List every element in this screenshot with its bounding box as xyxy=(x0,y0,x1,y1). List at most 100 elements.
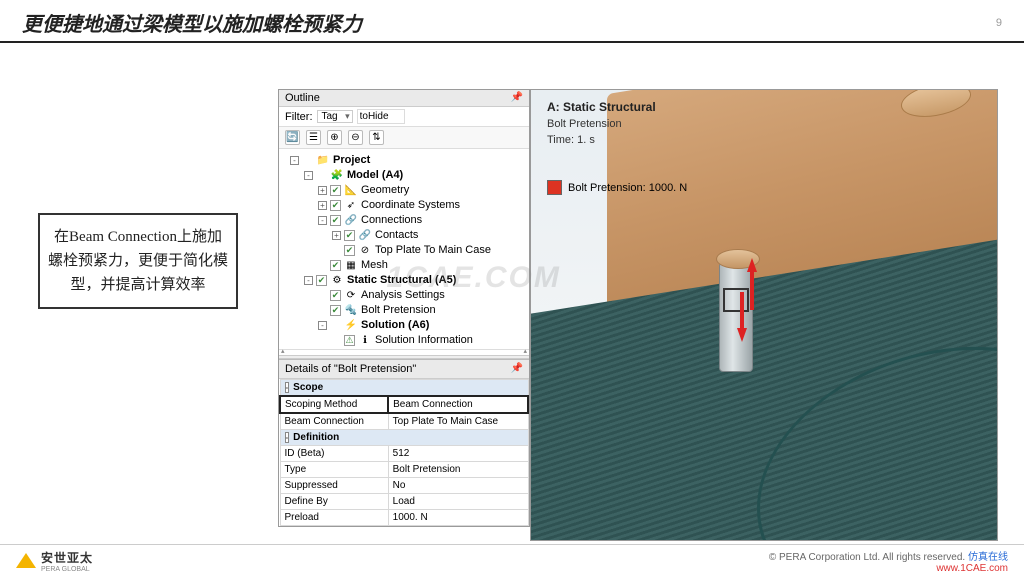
tree-node-icon: 🧩 xyxy=(330,170,344,182)
move-handle-icon[interactable] xyxy=(723,288,749,312)
refresh-icon[interactable]: 🔄 xyxy=(285,130,300,145)
tree-node-icon: ➶ xyxy=(344,200,358,212)
details-header: Details of "Bolt Pretension" 📌 xyxy=(279,359,529,379)
status-check-icon: ✔ xyxy=(330,215,341,226)
status-check-icon: ✔ xyxy=(344,230,355,241)
tree-item[interactable]: +✔➶Coordinate Systems xyxy=(279,198,529,213)
property-name: Suppressed xyxy=(280,478,388,494)
tree-node-label: Geometry xyxy=(361,183,409,198)
tree-item[interactable]: ✔⊘Top Plate To Main Case xyxy=(279,243,529,258)
status-check-icon: ✔ xyxy=(330,200,341,211)
section-header[interactable]: -Scope xyxy=(280,380,528,397)
tree-item[interactable]: ✔🔩Bolt Pretension xyxy=(279,303,529,318)
status-check-icon: ✔ xyxy=(330,185,341,196)
tree-item[interactable]: ✔⟳Analysis Settings xyxy=(279,288,529,303)
tree-node-icon: ⚙ xyxy=(330,275,344,287)
tree-node-label: Mesh xyxy=(361,258,388,273)
viewport-legend: Bolt Pretension: 1000. N xyxy=(547,180,687,195)
filter-dropdown[interactable]: Tag xyxy=(317,110,353,123)
expand-toggle-icon[interactable]: + xyxy=(332,231,341,240)
property-value[interactable]: 512 xyxy=(388,446,528,462)
footer-copyright: © PERA Corporation Ltd. All rights reser… xyxy=(769,548,1008,574)
brand-logo: 安世亚太PERA GLOBAL xyxy=(16,549,93,573)
tree-node-label: Contacts xyxy=(375,228,418,243)
force-arrow-down-icon xyxy=(737,328,747,342)
property-value[interactable]: No xyxy=(388,478,528,494)
pin-icon[interactable]: 📌 xyxy=(511,363,523,375)
tree-node-label: Project xyxy=(333,153,370,168)
tree-node-icon: ▦ xyxy=(344,260,358,272)
tree-node-icon: ⚡ xyxy=(344,320,358,332)
footer-link-url[interactable]: www.1CAE.com xyxy=(936,563,1008,574)
tree-node-label: Connections xyxy=(361,213,422,228)
legend-swatch-icon xyxy=(547,180,562,195)
status-check-icon: ⚠ xyxy=(344,335,355,346)
outline-panel: Outline 📌 Filter: Tag 🔄 ☰ ⊕ ⊖ ⇅ -📁Projec… xyxy=(278,89,530,527)
tree-item[interactable]: ✔▦Mesh xyxy=(279,258,529,273)
tree-node-icon: 📐 xyxy=(344,185,358,197)
tree-node-icon: ⟳ xyxy=(344,290,358,302)
status-check-icon: ✔ xyxy=(330,305,341,316)
tree-item[interactable]: -✔🔗Connections xyxy=(279,213,529,228)
expand-toggle-icon[interactable]: - xyxy=(304,171,313,180)
page-number: 9 xyxy=(996,17,1002,29)
field-icon[interactable]: ☰ xyxy=(306,130,321,145)
bolt-geometry xyxy=(719,262,753,372)
expand-toggle-icon[interactable]: + xyxy=(318,186,327,195)
pin-icon[interactable]: 📌 xyxy=(511,92,523,104)
tree-item[interactable]: - 📁Project xyxy=(279,153,529,168)
section-header[interactable]: -Definition xyxy=(280,430,528,446)
outline-title: Outline xyxy=(285,92,320,104)
tree-item[interactable]: - ⚡Solution (A6) xyxy=(279,318,529,333)
status-check-icon: ✔ xyxy=(344,245,355,256)
footer-link-sim[interactable]: 仿真在线 xyxy=(968,552,1008,563)
page-title: 更便捷地通过梁模型以施加螺栓预紧力 xyxy=(22,8,362,37)
sort-icon[interactable]: ⇅ xyxy=(369,130,384,145)
property-name: Beam Connection xyxy=(280,413,388,430)
tree-item[interactable]: -✔⚙Static Structural (A5) xyxy=(279,273,529,288)
expand-icon[interactable]: ⊕ xyxy=(327,130,342,145)
tree-node-icon: 📁 xyxy=(316,155,330,167)
expand-toggle-icon[interactable]: - xyxy=(318,321,327,330)
status-check-icon: ✔ xyxy=(330,260,341,271)
tree-node-icon: 🔗 xyxy=(358,230,372,242)
tree-node-label: Model (A4) xyxy=(347,168,403,183)
expand-toggle-icon[interactable]: - xyxy=(318,216,327,225)
tree-item[interactable]: +✔📐Geometry xyxy=(279,183,529,198)
tree-node-label: Solution Information xyxy=(375,333,473,348)
tree-node-label: Static Structural (A5) xyxy=(347,273,456,288)
tree-node-icon: ⊘ xyxy=(358,245,372,257)
property-value[interactable]: Load xyxy=(388,494,528,510)
filter-label: Filter: xyxy=(285,111,313,123)
tree-item[interactable]: +✔🔗Contacts xyxy=(279,228,529,243)
tree-item[interactable]: ⚠ℹSolution Information xyxy=(279,333,529,348)
viewport-title: A: Static Structural xyxy=(547,100,656,114)
expand-toggle-icon[interactable]: - xyxy=(304,276,313,285)
force-arrow-up-icon xyxy=(747,258,757,272)
viewport-subtitle: Bolt Pretension xyxy=(547,118,622,130)
expand-toggle-icon[interactable]: - xyxy=(290,156,299,165)
callout-box: 在Beam Connection上施加螺栓预紧力，更便于简化模型，并提高计算效率 xyxy=(38,213,238,309)
tree-node-icon: 🔗 xyxy=(344,215,358,227)
property-value[interactable]: 1000. N xyxy=(388,510,528,526)
collapse-icon[interactable]: ⊖ xyxy=(348,130,363,145)
tree-node-label: Top Plate To Main Case xyxy=(375,243,491,258)
status-check-icon: ✔ xyxy=(330,290,341,301)
property-value[interactable]: Beam Connection xyxy=(388,396,528,413)
filter-text-input[interactable] xyxy=(357,109,405,124)
viewport-time: Time: 1. s xyxy=(547,134,595,146)
tree-node-label: Solution (A6) xyxy=(361,318,429,333)
property-value[interactable]: Top Plate To Main Case xyxy=(388,413,528,430)
property-name: ID (Beta) xyxy=(280,446,388,462)
outline-tree[interactable]: -📁Project-🧩Model (A4)+✔📐Geometry+✔➶Coord… xyxy=(279,149,529,349)
tree-item[interactable]: - 🧩Model (A4) xyxy=(279,168,529,183)
tree-node-icon: 🔩 xyxy=(344,305,358,317)
expand-toggle-icon[interactable]: + xyxy=(318,201,327,210)
graphics-viewport[interactable]: A: Static Structural Bolt Pretension Tim… xyxy=(530,89,998,541)
outline-toolbar: 🔄 ☰ ⊕ ⊖ ⇅ xyxy=(279,127,529,149)
logo-triangle-icon xyxy=(16,553,36,568)
status-check-icon: ✔ xyxy=(316,275,327,286)
details-grid[interactable]: -ScopeScoping MethodBeam ConnectionBeam … xyxy=(279,379,529,526)
property-name: Preload xyxy=(280,510,388,526)
property-value[interactable]: Bolt Pretension xyxy=(388,462,528,478)
